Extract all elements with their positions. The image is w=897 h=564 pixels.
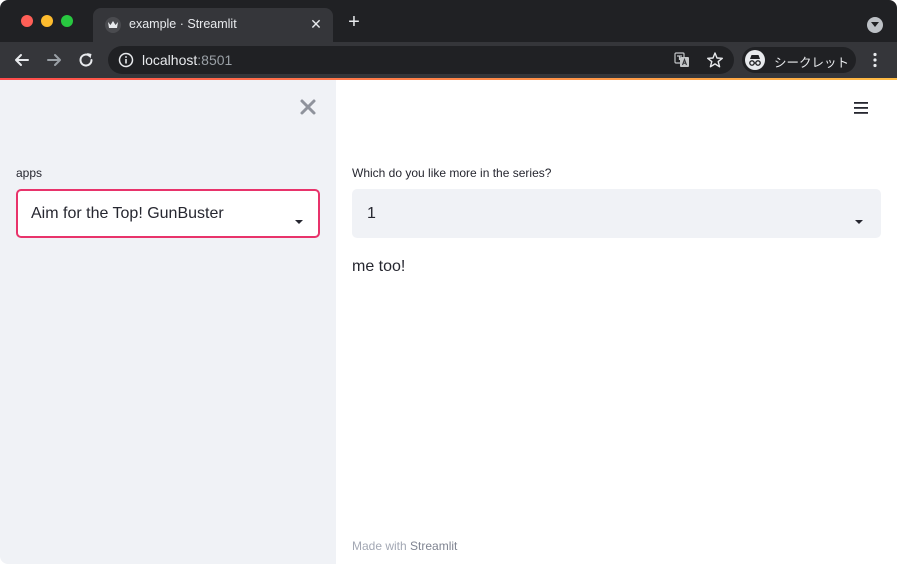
caret-down-icon [854,212,864,224]
tab-search-button[interactable] [867,17,883,33]
hamburger-menu-icon[interactable] [852,100,870,116]
series-select-label: Which do you like more in the series? [352,166,552,180]
footer-prefix: Made with [352,539,411,553]
browser-toolbar: localhost:8501 シークレット [0,42,897,78]
url-text: localhost:8501 [142,52,232,68]
window-minimize-button[interactable] [41,15,53,27]
plus-icon[interactable]: + [344,12,364,32]
tab-strip: example · Streamlit ✕ + [0,0,897,42]
footer-brand-link[interactable]: Streamlit [410,539,457,553]
window-zoom-button[interactable] [61,15,73,27]
main-content: Which do you like more in the series? 1 … [336,80,897,564]
apps-select-value: Aim for the Top! GunBuster [31,205,224,222]
star-icon[interactable] [706,51,724,69]
streamlit-crown-icon [105,17,121,33]
browser-tab[interactable]: example · Streamlit ✕ [93,8,333,42]
incognito-icon [745,50,765,70]
forward-arrow-icon[interactable] [44,50,64,70]
close-icon[interactable] [298,97,318,117]
sidebar: apps Aim for the Top! GunBuster [0,80,336,564]
tab-title: example · Streamlit [129,17,237,31]
caret-down-icon [294,212,304,224]
reload-icon[interactable] [76,50,96,70]
browser-window: example · Streamlit ✕ + localhost:8501 シ… [0,0,897,564]
incognito-profile-button[interactable]: シークレット [742,47,856,73]
translate-icon[interactable] [674,52,690,68]
window-close-button[interactable] [21,15,33,27]
incognito-label: シークレット [774,56,850,70]
close-icon[interactable]: ✕ [307,15,325,33]
kebab-menu-icon[interactable] [866,51,884,69]
url-host: localhost [142,52,198,68]
info-icon[interactable] [118,52,134,68]
response-text: me too! [352,258,406,275]
series-select-value: 1 [367,205,376,222]
url-port: :8501 [197,52,233,68]
apps-select[interactable]: Aim for the Top! GunBuster [16,189,320,238]
address-bar[interactable]: localhost:8501 [108,46,734,74]
back-arrow-icon[interactable] [12,50,32,70]
footer: Made with Streamlit [352,539,457,553]
series-select[interactable]: 1 [352,189,881,238]
apps-select-label: apps [16,166,43,180]
